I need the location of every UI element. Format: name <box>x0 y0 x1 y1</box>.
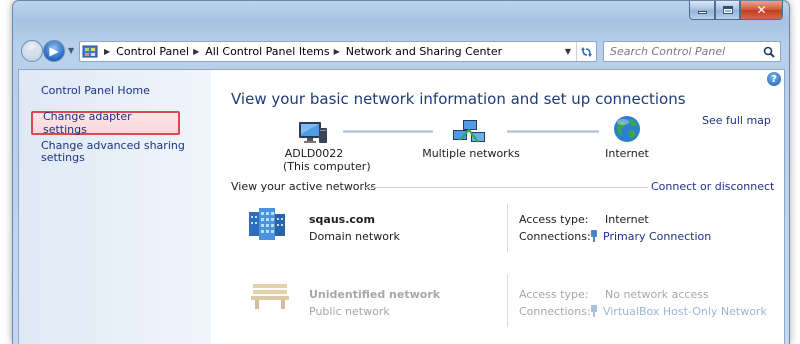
address-dropdown-icon[interactable]: ▼ <box>560 47 576 56</box>
refresh-icon <box>581 46 592 57</box>
page-title: View your basic network information and … <box>231 90 686 108</box>
wired-connection-icon <box>591 230 597 242</box>
maximize-button[interactable] <box>715 1 740 20</box>
connection-line-network-internet <box>507 130 599 133</box>
change-adapter-settings-link[interactable]: Change adapter settings <box>31 110 180 136</box>
breadcrumb-root-separator[interactable]: ▶ <box>100 47 116 56</box>
search-input[interactable] <box>610 45 750 58</box>
caption-buttons: ✕ <box>689 1 783 20</box>
task-pane: Control Panel Home Change adapter settin… <box>19 70 211 344</box>
main-pane: View your basic network information and … <box>211 70 784 344</box>
minimize-icon <box>697 11 707 14</box>
window: ✕ ◀ ▶ ▼ ▶ Control Panel ▶ All Control Pan… <box>12 0 790 344</box>
breadcrumb-all-items[interactable]: All Control Panel Items ▶ <box>205 45 346 58</box>
primary-connection-link[interactable]: Primary Connection <box>589 230 711 243</box>
back-arrow-icon: ◀ <box>27 44 37 58</box>
recent-pages-dropdown[interactable]: ▼ <box>68 46 74 55</box>
address-bar[interactable]: ▶ Control Panel ▶ All Control Panel Items… <box>79 41 597 62</box>
wired-connection-icon <box>591 305 597 317</box>
internet-globe-icon <box>612 114 642 147</box>
connections-label: Connections: <box>519 230 591 243</box>
connection-line-computer-network <box>343 130 433 133</box>
connections-label: Connections: <box>519 305 591 318</box>
breadcrumb-network-sharing[interactable]: Network and Sharing Center <box>346 45 502 58</box>
computer-name-label: ADLD0022 (This computer) <box>283 147 371 173</box>
virtualbox-connection-link[interactable]: VirtualBox Host-Only Network <box>589 305 767 318</box>
search-icon[interactable] <box>758 46 780 58</box>
control-panel-icon <box>80 42 100 61</box>
refresh-button[interactable] <box>576 42 596 61</box>
network-name: Unidentified network <box>309 288 441 301</box>
connect-or-disconnect-link[interactable]: Connect or disconnect <box>651 180 774 193</box>
public-network-bench-icon <box>249 276 291 313</box>
see-full-map-link[interactable]: See full map <box>702 114 771 127</box>
network-name: sqaus.com <box>309 213 375 226</box>
search-box[interactable] <box>603 41 781 62</box>
access-type-label: Access type: <box>519 288 589 301</box>
maximize-icon <box>722 6 733 14</box>
close-button[interactable]: ✕ <box>740 1 783 20</box>
change-advanced-sharing-link[interactable]: Change advanced sharing settings <box>41 140 191 164</box>
network-category-link[interactable]: Domain network <box>309 230 400 243</box>
minimize-button[interactable] <box>689 1 715 20</box>
network-category-link[interactable]: Public network <box>309 305 390 318</box>
access-type-value: No network access <box>605 288 709 301</box>
content-area: Control Panel Home Change adapter settin… <box>18 69 785 344</box>
network-row-divider <box>507 204 508 252</box>
network-row-divider <box>507 275 508 327</box>
control-panel-home-link[interactable]: Control Panel Home <box>41 84 150 97</box>
navigation-bar: ◀ ▶ ▼ ▶ Control Panel ▶ All Control Panel… <box>17 37 785 65</box>
multiple-networks-icon <box>451 116 487 149</box>
active-networks-divider <box>364 187 648 188</box>
close-icon: ✕ <box>756 3 767 17</box>
forward-arrow-icon: ▶ <box>49 44 59 58</box>
internet-label: Internet <box>605 147 649 160</box>
access-type-label: Access type: <box>519 213 589 226</box>
domain-network-icon <box>247 206 287 245</box>
forward-button[interactable]: ▶ <box>43 40 65 62</box>
access-type-value: Internet <box>605 213 649 226</box>
breadcrumb-control-panel[interactable]: Control Panel ▶ <box>116 45 205 58</box>
back-button[interactable]: ◀ <box>21 40 43 62</box>
computer-icon <box>297 116 329 149</box>
multiple-networks-label: Multiple networks <box>422 147 520 160</box>
active-networks-heading: View your active networks <box>231 180 377 193</box>
